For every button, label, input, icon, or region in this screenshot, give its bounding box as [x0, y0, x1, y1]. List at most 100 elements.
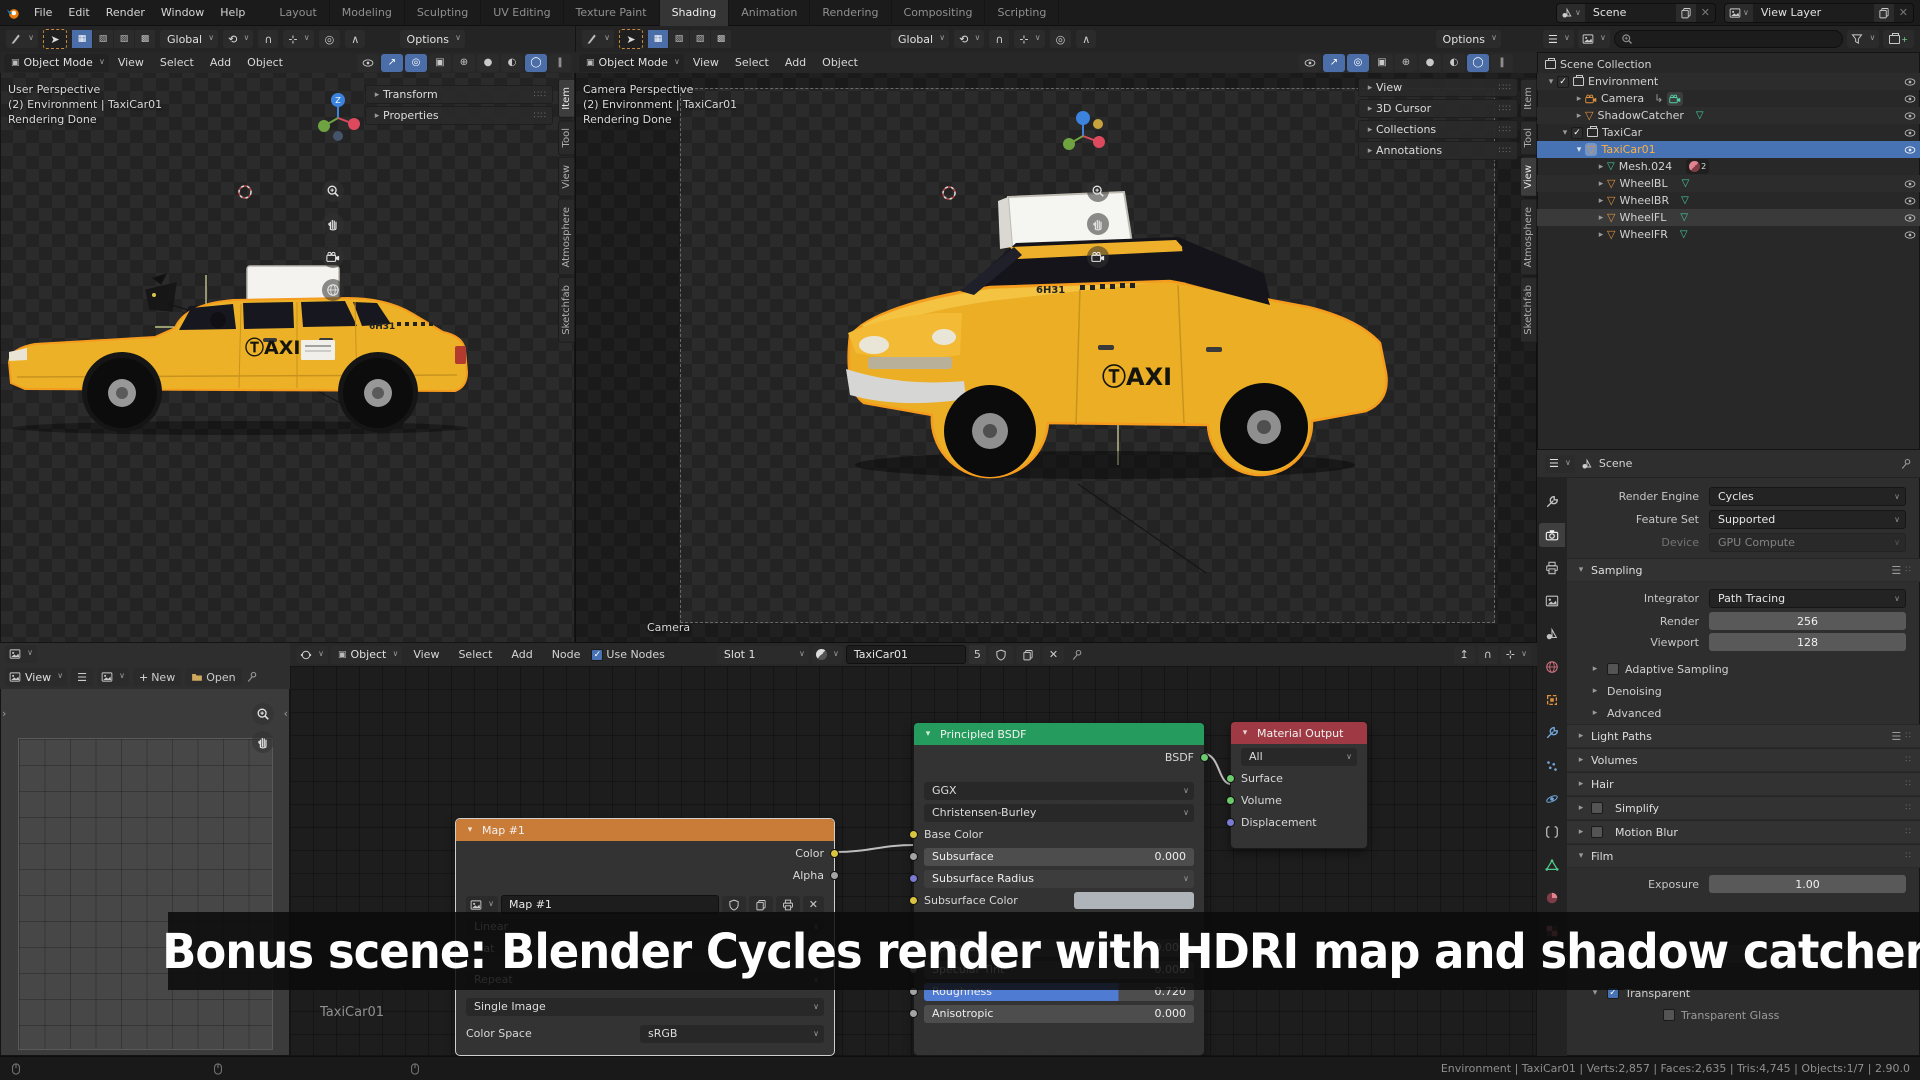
editor-type-button[interactable] [296, 645, 328, 664]
snap-toggle[interactable]: ∩ [1477, 645, 1498, 664]
properties-breadcrumb-dropdown[interactable]: ☰ [1545, 454, 1575, 473]
camera-data-icon[interactable] [1667, 91, 1684, 106]
eye-icon[interactable] [1904, 110, 1916, 122]
camera-view-icon[interactable] [322, 246, 344, 268]
shading-wireframe-button[interactable]: ⊕ [453, 53, 475, 72]
delete-scene-button[interactable]: ✕ [1696, 6, 1715, 19]
fake-user-shield-button[interactable] [988, 645, 1013, 664]
add-menu[interactable]: Add [503, 643, 540, 666]
node-header[interactable]: ▾ Principled BSDF [914, 723, 1204, 745]
socket-subsurface-color[interactable] [909, 896, 918, 905]
workspace-tab-sculpting[interactable]: Sculpting [405, 0, 482, 26]
snap-toggle[interactable]: ∩ [258, 30, 279, 48]
socket-surface[interactable] [1226, 774, 1235, 783]
tab-scene[interactable] [1539, 622, 1565, 646]
outliner-filter-dropdown[interactable] [1847, 30, 1880, 48]
panel-transform[interactable]: ▸ Transform ∷∷ [365, 85, 553, 104]
viewport-3d-right[interactable]: ▣Object Mode View Select Add Object ↗ ◎ … [575, 52, 1537, 643]
outliner-display-mode-dropdown[interactable]: ☰ [1543, 30, 1574, 48]
active-tool-select-icon[interactable]: ➤ [619, 29, 643, 49]
panel-collections[interactable]: ▸ Collections ∷∷ [1358, 120, 1518, 139]
socket-subsurface-radius[interactable] [909, 874, 918, 883]
tab-view-layer[interactable] [1539, 589, 1565, 613]
subpanel-adaptive-sampling[interactable]: ▸ Adaptive Sampling [1567, 658, 1920, 680]
node-header[interactable]: ▾ Material Output [1231, 722, 1367, 744]
shading-rendered-button[interactable]: ◯ [525, 53, 547, 72]
transform-orientation-dropdown[interactable]: Global [891, 30, 950, 48]
subsurface-method-dropdown[interactable]: Christensen-Burley [924, 803, 1194, 822]
outliner-row-taxicar[interactable]: ▾ ✓ TaxiCar [1537, 124, 1920, 141]
tab-object[interactable] [1539, 688, 1565, 712]
view-layer-selector[interactable]: ∨ View Layer ✕ [1724, 2, 1914, 23]
tab-render[interactable] [1539, 523, 1565, 547]
socket-volume[interactable] [1226, 796, 1235, 805]
workspace-tab-shading[interactable]: Shading [659, 0, 730, 26]
menu-render[interactable]: Render [98, 0, 153, 25]
workspace-tab-layout[interactable]: Layout [267, 0, 330, 26]
workspace-tab-compositing[interactable]: Compositing [892, 0, 986, 26]
unlink-material-button[interactable]: ✕ [1042, 645, 1065, 664]
tab-view[interactable]: View [1520, 157, 1537, 197]
socket-bsdf-output[interactable] [1200, 753, 1209, 762]
tab-sketchfab[interactable]: Sketchfab [1520, 277, 1537, 344]
unlink-image-button[interactable]: ✕ [802, 895, 824, 914]
pan-hand-icon[interactable] [322, 213, 344, 235]
menu-file[interactable]: File [26, 0, 60, 25]
pause-render-button[interactable]: ‖ [1491, 53, 1513, 72]
object-menu[interactable]: Object [815, 56, 865, 69]
mode-dropdown[interactable]: ▣ Object Mode [579, 53, 684, 72]
proportional-editing-toggle[interactable]: ◎ [1049, 30, 1072, 48]
socket-color-output[interactable] [830, 849, 839, 858]
transform-orientation-dropdown[interactable]: Global [160, 30, 219, 48]
menu-edit[interactable]: Edit [60, 0, 97, 25]
workspace-tab-texture-paint[interactable]: Texture Paint [564, 0, 660, 26]
new-image-button[interactable]: + New [132, 668, 182, 686]
toolbar-expand-arrow[interactable]: › [2, 707, 6, 720]
browse-image-dropdown[interactable] [466, 895, 498, 914]
workspace-tab-rendering[interactable]: Rendering [810, 0, 892, 26]
new-collection-button[interactable]: + [1883, 30, 1914, 48]
outliner-row-shadowcatcher[interactable]: ▸ ▽ ShadowCatcher ▽ [1537, 107, 1920, 124]
select-mode-buttons[interactable]: ▦ ▧ ▨ ▩ [72, 30, 155, 48]
panel-view[interactable]: ▸ View ∷∷ [1358, 78, 1518, 97]
options-dropdown-left[interactable]: Options [399, 30, 465, 48]
gizmos-dropdown[interactable]: ↗ [1323, 53, 1345, 72]
menu-window[interactable]: Window [153, 0, 212, 25]
material-slot-dropdown[interactable]: Slot 1 [716, 645, 809, 664]
select-menu[interactable]: Select [728, 56, 776, 69]
tab-tool[interactable] [1539, 490, 1565, 514]
shading-rendered-button[interactable]: ◯ [1467, 53, 1489, 72]
menus-collapsed-icon[interactable]: ☰ [71, 668, 93, 686]
node-principled-bsdf[interactable]: ▾Principled BSDF BSDF GGX Christensen-Bu… [909, 722, 1209, 1056]
image-view-dropdown[interactable]: View [5, 668, 68, 686]
tab-material[interactable] [1539, 886, 1565, 910]
snap-toggle[interactable]: ∩ [989, 30, 1010, 48]
render-engine-dropdown[interactable]: Cycles [1709, 486, 1906, 506]
select-menu[interactable]: Select [450, 643, 500, 666]
tab-item[interactable]: Item [558, 79, 575, 118]
active-tool-select-icon[interactable]: ➤ [43, 29, 67, 49]
editor-type-button[interactable] [5, 645, 37, 663]
tab-physics[interactable] [1539, 787, 1565, 811]
pin-icon[interactable] [246, 671, 258, 683]
subsurface-color-swatch[interactable] [1074, 892, 1194, 909]
pan-hand-icon[interactable] [1087, 213, 1109, 235]
feature-set-dropdown[interactable]: Supported [1709, 509, 1906, 529]
section-light-paths[interactable]: ▸ Light Paths ☰ ∷ [1567, 724, 1920, 748]
distribution-dropdown[interactable]: GGX [924, 781, 1194, 800]
perspective-toggle-icon[interactable] [322, 279, 344, 301]
socket-anisotropic[interactable] [909, 1009, 918, 1018]
socket-subsurface[interactable] [909, 852, 918, 861]
go-to-parent-node-button[interactable]: ↥ [1453, 645, 1475, 664]
pivot-point-dropdown[interactable]: ⟲ [223, 30, 254, 48]
pack-image-button[interactable] [775, 895, 800, 914]
overlays-dropdown[interactable]: ◎ [405, 53, 427, 72]
section-sampling[interactable]: ▾ Sampling ☰ ∷ [1567, 558, 1920, 582]
object-menu[interactable]: Object [240, 56, 290, 69]
tab-output[interactable] [1539, 556, 1565, 580]
outliner-row-environment[interactable]: ▾ ✓ Environment [1537, 73, 1920, 90]
eye-icon[interactable] [1904, 144, 1916, 156]
use-nodes-checkbox[interactable]: ✓ [591, 648, 604, 661]
new-scene-button[interactable] [1675, 3, 1696, 22]
panel-properties[interactable]: ▸ Properties ∷∷ [365, 106, 553, 125]
